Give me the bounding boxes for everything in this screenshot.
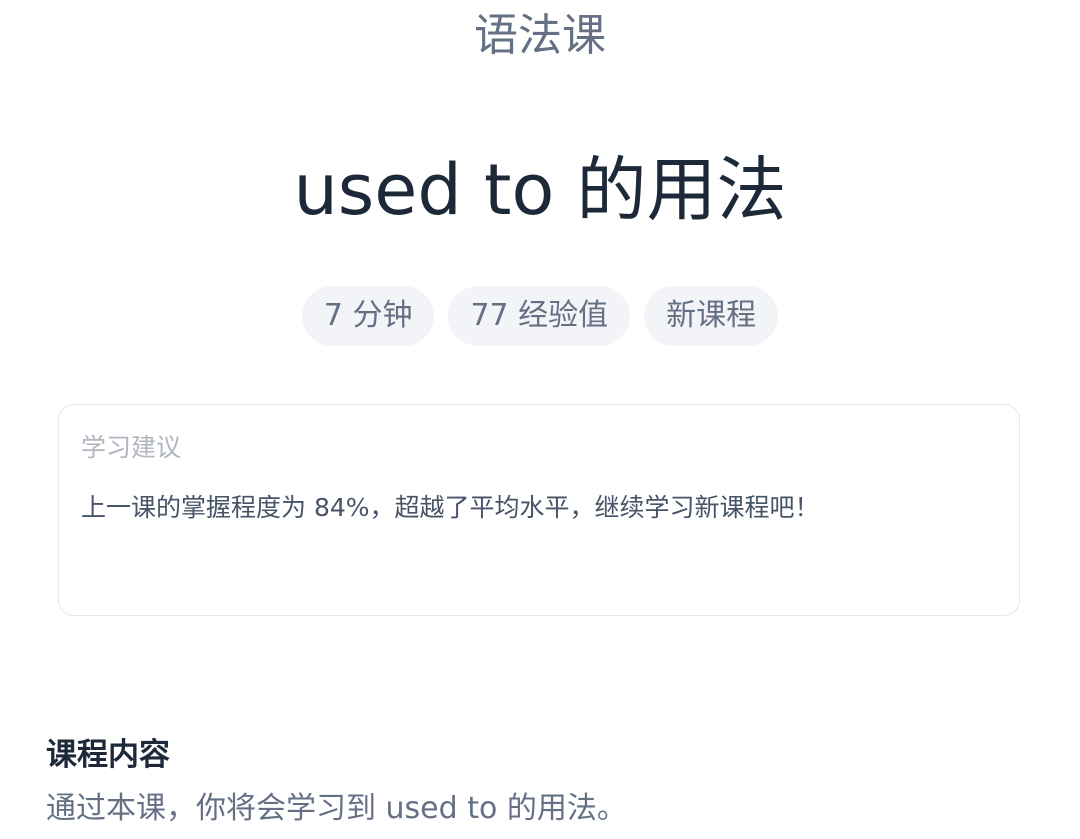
lesson-badges: 7 分钟 77 经验值 新课程 <box>0 286 1080 346</box>
lesson-title: used to 的用法 <box>293 149 787 231</box>
study-advice-text: 上一课的掌握程度为 84%，超越了平均水平，继续学习新课程吧！ <box>81 493 820 522</box>
course-content-description: 通过本课，你将会学习到 used to 的用法。 <box>46 791 627 826</box>
study-advice-label: 学习建议 <box>81 433 182 462</box>
course-content-heading: 课程内容 <box>46 737 170 773</box>
xp-badge: 77 经验值 <box>448 286 631 346</box>
new-course-badge: 新课程 <box>644 286 779 346</box>
duration-badge: 7 分钟 <box>301 286 435 346</box>
study-advice-card: 学习建议 上一课的掌握程度为 84%，超越了平均水平，继续学习新课程吧！ <box>58 404 1020 616</box>
course-category: 语法课 <box>474 10 606 61</box>
